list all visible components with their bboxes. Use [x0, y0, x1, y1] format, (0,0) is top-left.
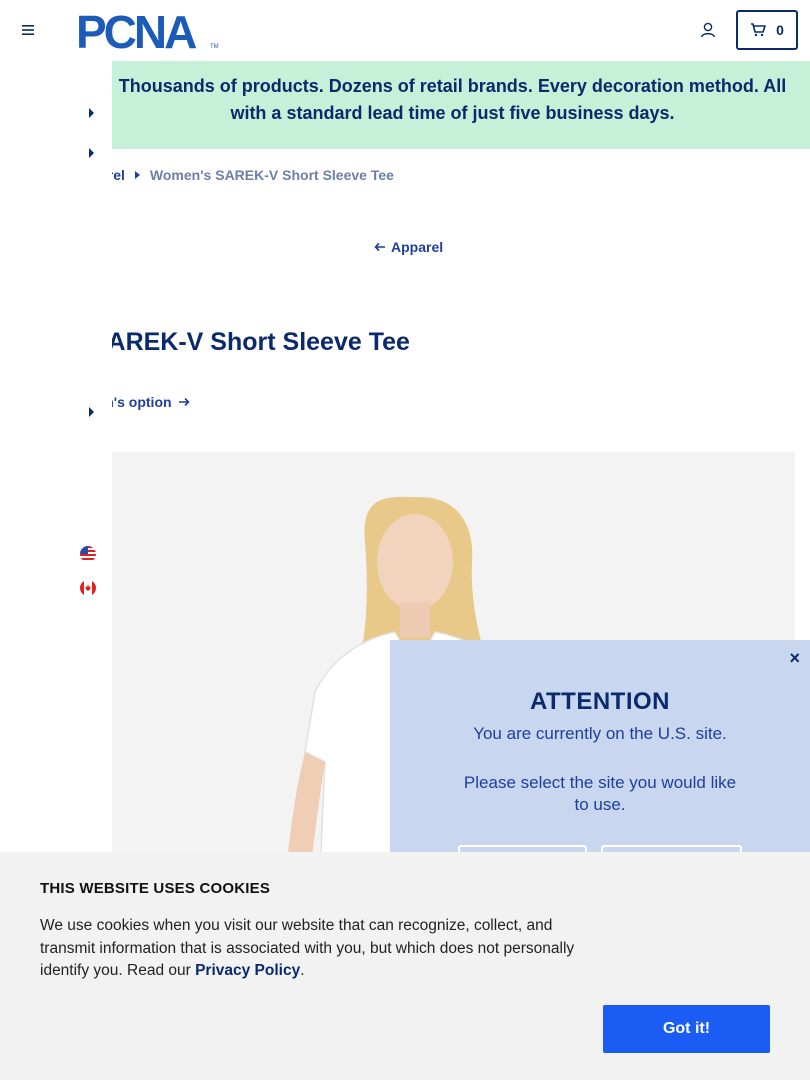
- cart-count: 0: [776, 22, 784, 38]
- logo-text: PCNA: [76, 10, 196, 50]
- modal-title: ATTENTION: [529, 688, 671, 715]
- promo-banner: Thousands of products. Dozens of retail …: [0, 61, 810, 149]
- promo-banner-text: Thousands of products. Dozens of retail …: [118, 76, 787, 123]
- breadcrumb: arel Women's SAREK-V Short Sleeve Tee: [100, 167, 394, 183]
- modal-select-site-text: Please select the site you would like to…: [463, 773, 737, 814]
- modal-current-site-text: You are currently on the U.S. site.: [473, 724, 727, 743]
- side-menu-drawer: [0, 61, 112, 852]
- cart-button[interactable]: 0: [736, 10, 798, 50]
- cookie-text-body: We use cookies when you visit our websit…: [40, 917, 575, 979]
- cookie-text-end: .: [300, 962, 305, 979]
- us-flag-icon[interactable]: [80, 546, 96, 562]
- menu-expand-arrow-icon[interactable]: [89, 108, 94, 118]
- product-title: s SAREK-V Short Sleeve Tee: [70, 328, 410, 356]
- menu-expand-arrow-icon[interactable]: [89, 148, 94, 158]
- site-header: PCNA TM 0: [0, 0, 810, 61]
- back-link-label: Apparel: [391, 239, 444, 255]
- privacy-policy-link[interactable]: Privacy Policy: [195, 962, 300, 979]
- cookie-banner: THIS WEBSITE USES COOKIES We use cookies…: [0, 852, 810, 1080]
- user-icon[interactable]: [699, 21, 717, 39]
- close-icon[interactable]: ×: [789, 648, 800, 669]
- back-to-category-link[interactable]: Apparel: [374, 239, 443, 255]
- canada-flag-icon[interactable]: [80, 580, 96, 596]
- arrow-right-icon: [178, 397, 190, 407]
- cart-icon: [751, 23, 766, 37]
- menu-expand-arrow-icon[interactable]: [89, 407, 94, 417]
- site-select-modal: × ATTENTION You are currently on the U.S…: [390, 640, 810, 881]
- arrow-left-icon: [374, 242, 385, 252]
- breadcrumb-separator-icon: [134, 171, 140, 179]
- pcna-logo[interactable]: PCNA TM: [76, 10, 224, 50]
- accept-cookies-button[interactable]: Got it!: [603, 1005, 770, 1053]
- breadcrumb-current: Women's SAREK-V Short Sleeve Tee: [149, 167, 394, 183]
- cookie-text: We use cookies when you visit our websit…: [40, 915, 600, 983]
- cookie-title: THIS WEBSITE USES COOKIES: [40, 880, 271, 897]
- hamburger-icon[interactable]: [20, 22, 36, 38]
- logo-tm: TM: [210, 44, 219, 50]
